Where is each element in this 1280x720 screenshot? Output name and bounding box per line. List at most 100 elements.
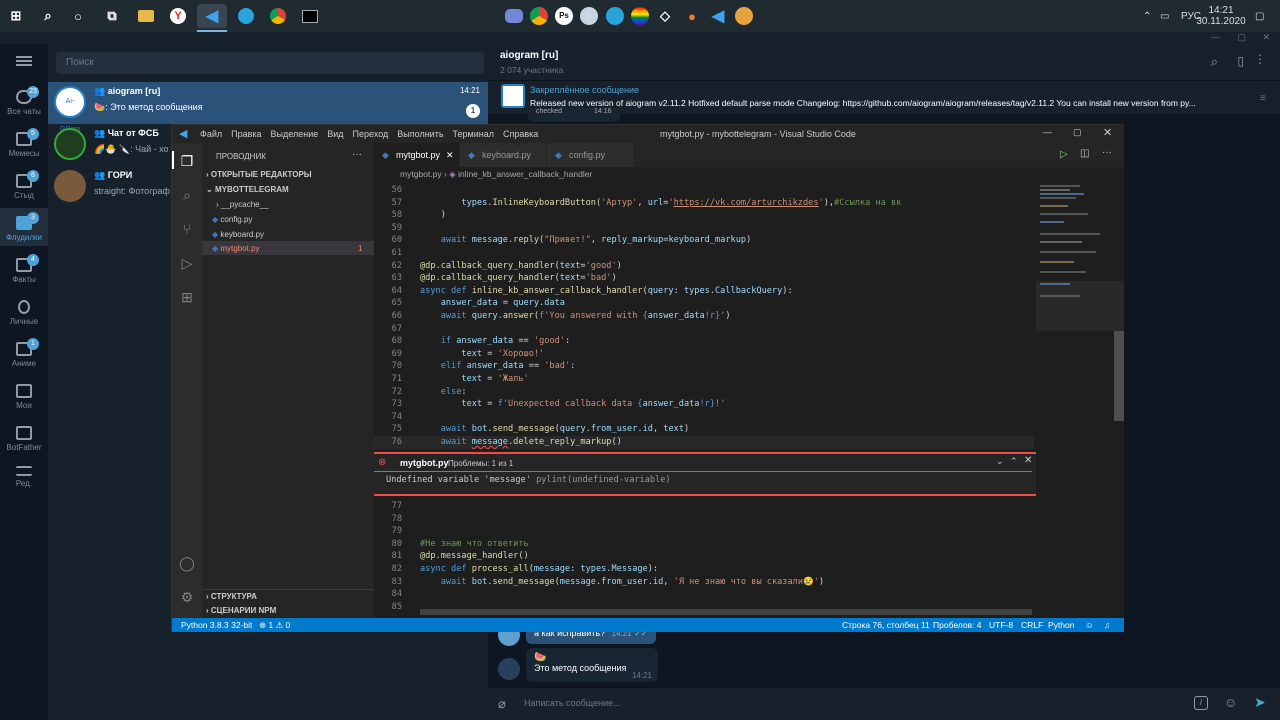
folder-mine[interactable]: Мои <box>0 384 48 410</box>
file-config[interactable]: ◆ config.py <box>212 215 252 224</box>
menu-run[interactable]: Выполнить <box>397 129 443 139</box>
file-pycache[interactable]: › __pycache__ <box>216 200 268 209</box>
menu-go[interactable]: Переход <box>353 129 389 139</box>
menu-help[interactable]: Справка <box>503 129 538 139</box>
clock[interactable]: 14:21 30.11.2020 <box>1196 0 1245 32</box>
code-line[interactable]: 78 <box>374 513 1034 526</box>
outline-section[interactable]: › СТРУКТУРА <box>206 592 257 601</box>
code-line[interactable]: 79 <box>374 525 1034 538</box>
emoji-icon[interactable]: ☺ <box>1224 695 1237 710</box>
code-line[interactable]: 80 #Не знаю что ответить <box>374 538 1034 551</box>
problems-count[interactable]: ⊗ 1 ⚠ 0 <box>259 618 290 632</box>
file-keyboard[interactable]: ◆ keyboard.py <box>212 230 264 239</box>
tray-chevron-icon[interactable]: ⌃ <box>1143 0 1151 32</box>
csgo-icon[interactable] <box>732 4 756 28</box>
message-input[interactable]: Написать сообщение... <box>524 698 621 708</box>
code-line[interactable]: 75 await bot.send_message(query.from_use… <box>374 423 1034 436</box>
folder-facts[interactable]: 4 Факты <box>0 254 48 284</box>
code-line[interactable]: 58 ) <box>374 209 1034 222</box>
cursor-position[interactable]: Строка 76, столбец 11 <box>842 618 930 632</box>
code-line[interactable]: 71 text = 'Жаль' <box>374 373 1034 386</box>
minimize-icon[interactable]: — <box>1043 127 1052 137</box>
search-input[interactable]: Поиск <box>56 52 484 74</box>
notifications-bell-icon[interactable]: ♫ <box>1104 618 1110 632</box>
npm-scripts-section[interactable]: › СЦЕНАРИИ NPM <box>206 606 276 615</box>
folder-botfather[interactable]: BotFather <box>0 426 48 452</box>
account-icon[interactable]: ◯ <box>179 555 195 571</box>
chat-title[interactable]: aiogram [ru] <box>500 50 558 61</box>
minimap-viewport[interactable] <box>1036 281 1124 331</box>
code-line[interactable]: 65 answer_data = query.data <box>374 297 1034 310</box>
minimize-icon[interactable]: — <box>1211 32 1220 42</box>
discord-icon[interactable] <box>502 4 526 28</box>
python-interpreter[interactable]: Python 3.8.3 32-bit <box>181 618 252 632</box>
folder-personal[interactable]: Личные <box>0 300 48 326</box>
code-line[interactable]: 64 async def inline_kb_answer_callback_ha… <box>374 285 1034 298</box>
code-line[interactable]: 57 types.InlineKeyboardButton('Артур', u… <box>374 197 1034 210</box>
horizontal-scrollbar[interactable] <box>420 609 1032 615</box>
code-line[interactable]: 68 if answer_data == 'good': <box>374 335 1034 348</box>
source-control-icon[interactable]: ⑂ <box>179 221 195 237</box>
search-icon[interactable]: ⌕ <box>1211 54 1218 70</box>
bot-commands-icon[interactable]: / <box>1194 696 1208 710</box>
photoshop-icon[interactable]: Ps <box>552 4 576 28</box>
close-peek-icon[interactable]: ✕ <box>1024 455 1032 466</box>
code-line[interactable]: 67 <box>374 323 1034 336</box>
vscode-taskbar-icon[interactable]: ◀ <box>197 4 227 28</box>
file-explorer-icon[interactable] <box>134 4 158 28</box>
menu-edit[interactable]: Правка <box>231 129 261 139</box>
folder-floods[interactable]: 3 Флудилки <box>0 212 48 242</box>
run-file-icon[interactable]: ▷ <box>1060 149 1068 160</box>
code-line[interactable]: 83 await bot.send_message(message.from_u… <box>374 576 1034 589</box>
indentation[interactable]: Пробелов: 4 <box>933 618 982 632</box>
search-icon[interactable]: ⌕ <box>36 4 60 28</box>
task-view-icon[interactable]: ⧉ <box>100 4 124 28</box>
menu-icon[interactable] <box>16 56 32 66</box>
folder-all-chats[interactable]: 23 Все чаты <box>0 86 48 116</box>
network-icon[interactable]: ▭ <box>1160 0 1169 32</box>
tab-mytgbot[interactable]: ◆ mytgbot.py ✕ <box>374 143 460 167</box>
windows-start-icon[interactable]: ⊞ <box>4 4 28 28</box>
tab-keyboard[interactable]: ◆ keyboard.py <box>460 143 547 167</box>
feedback-icon[interactable]: ☺ <box>1085 618 1094 632</box>
code-line[interactable]: 62 @dp.callback_query_handler(text='good'… <box>374 260 1034 273</box>
menu-terminal[interactable]: Терминал <box>453 129 494 139</box>
code-line[interactable]: 59 <box>374 222 1034 235</box>
more-actions-icon[interactable]: ··· <box>352 149 362 160</box>
code-line[interactable]: 60 await message.reply("Привет!", reply_… <box>374 234 1034 247</box>
open-editors-section[interactable]: › ОТКРЫТЫЕ РЕДАКТОРЫ <box>206 170 312 179</box>
menu-file[interactable]: Файл <box>200 129 222 139</box>
chrome-2-icon[interactable] <box>527 4 551 28</box>
notifications-icon[interactable]: ▢ <box>1255 0 1264 32</box>
telegram-taskbar-icon[interactable] <box>234 4 258 28</box>
more-icon[interactable]: ⋮ <box>1254 52 1266 66</box>
code-line[interactable]: 77 <box>374 500 1034 513</box>
code-line[interactable]: 72 else: <box>374 386 1034 399</box>
code-line[interactable]: 84 <box>374 588 1034 601</box>
pinned-list-icon[interactable]: ≡ <box>1260 93 1266 104</box>
avatar[interactable] <box>498 658 520 680</box>
code-line[interactable]: 63 @dp.callback_query_handler(text='bad') <box>374 272 1034 285</box>
explorer-icon[interactable]: ❐ <box>179 153 195 169</box>
steam-icon[interactable] <box>577 4 601 28</box>
pride-flag-icon[interactable] <box>628 4 652 28</box>
next-problem-icon[interactable]: ⌄ <box>996 456 1004 467</box>
code-line[interactable]: 69 text = 'Хорошо!' <box>374 348 1034 361</box>
code-line[interactable]: 66 await query.answer(f'You answered wit… <box>374 310 1034 323</box>
code-line[interactable]: 74 <box>374 411 1034 424</box>
close-tab-icon[interactable]: ✕ <box>446 143 454 167</box>
maximize-icon[interactable]: ▢ <box>1073 127 1082 138</box>
telegram-icon[interactable] <box>603 4 627 28</box>
tab-config[interactable]: ◆ config.py <box>547 143 634 167</box>
code-line-current[interactable]: 76 await message.delete_reply_markup() <box>374 436 1034 449</box>
code-line[interactable]: 82 async def process_all(message: types.M… <box>374 563 1034 576</box>
split-editor-icon[interactable]: ◫ <box>1080 148 1089 159</box>
menu-view[interactable]: Вид <box>327 129 343 139</box>
send-icon[interactable]: ➤ <box>1254 694 1266 711</box>
cortana-icon[interactable]: ○ <box>66 4 90 28</box>
breadcrumb-symbol[interactable]: inline_kb_answer_callback_handler <box>458 169 592 179</box>
run-debug-icon[interactable]: ▷ <box>179 255 195 271</box>
folder-edit[interactable]: Ред. <box>0 466 48 488</box>
chat-item-aiogram[interactable]: Ai-GRam 👥 aiogram [ru] 🍉: Это метод сооб… <box>48 82 488 133</box>
folder-shame[interactable]: 6 Стыд <box>0 170 48 200</box>
